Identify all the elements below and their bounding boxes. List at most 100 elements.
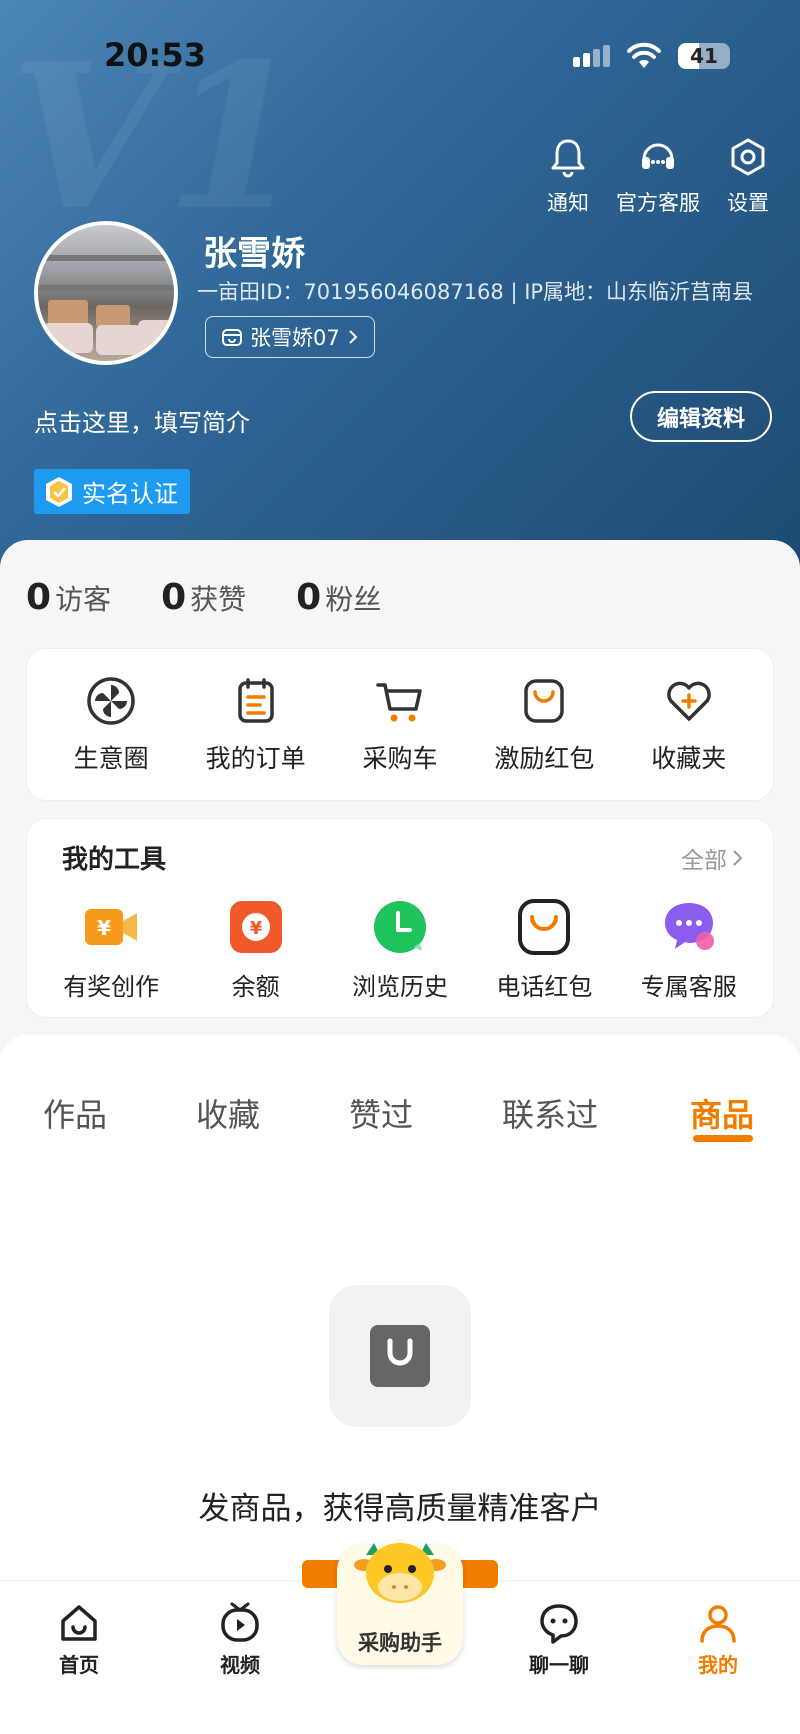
purchase-assistant-button[interactable]: 采购助手 (302, 1543, 498, 1665)
quick-link-label: 生意圈 (73, 743, 149, 773)
nav-label: 聊一聊 (529, 1653, 589, 1677)
tab-liked[interactable]: 赞过 (349, 1090, 413, 1136)
quick-link-label: 激励红包 (494, 743, 595, 773)
home-icon (61, 1605, 97, 1641)
profile-panel: 0 访客 0 获赞 0 粉丝 生意圈 我的订单 采购车 激励红包 收藏夹 我的工… (0, 540, 800, 1060)
quick-link-favorites[interactable]: 收藏夹 (619, 675, 759, 775)
customer-service-button[interactable]: 官方客服 (616, 135, 700, 217)
avatar[interactable] (34, 221, 178, 365)
clock-icon (373, 901, 426, 953)
bell-icon (551, 139, 585, 178)
quick-link-label: 我的订单 (205, 743, 306, 773)
shopping-bag-icon (370, 1325, 430, 1387)
heart-plus-icon (666, 681, 711, 721)
chat-icon (540, 1604, 578, 1644)
shop-icon (222, 329, 242, 346)
red-packet-icon (524, 678, 565, 723)
svg-text:¥: ¥ (249, 918, 262, 939)
tool-reward-creation[interactable]: ¥ 有奖创作 (41, 897, 181, 1002)
stats-row: 0 访客 0 获赞 0 粉丝 (26, 577, 381, 618)
quick-link-cart[interactable]: 采购车 (330, 675, 470, 775)
assistant-badge: 采购助手 (337, 1543, 463, 1665)
empty-state-message: 发商品，获得高质量精准客户 (198, 1491, 602, 1527)
verified-shield-icon (46, 476, 72, 507)
battery-level: 41 (690, 44, 718, 68)
status-icons: 41 (573, 42, 730, 70)
nav-label: 视频 (220, 1653, 260, 1677)
tool-label: 余额 (231, 973, 280, 1001)
assistant-label: 采购助手 (358, 1631, 442, 1655)
nav-home[interactable]: 首页 (29, 1601, 129, 1678)
username: 张雪娇 (203, 234, 305, 274)
likes-count: 0 (161, 577, 187, 618)
verification-badge[interactable]: 实名认证 (34, 469, 190, 514)
tool-label: 专属客服 (640, 973, 737, 1001)
tool-label: 浏览历史 (351, 973, 448, 1001)
wallet-yuan-icon: ¥ (229, 901, 282, 953)
likes-label: 获赞 (190, 583, 247, 616)
settings-button[interactable]: 设置 (726, 135, 770, 217)
nav-label: 我的 (698, 1653, 738, 1677)
likes-stat[interactable]: 0 获赞 (161, 577, 246, 618)
verification-label: 实名认证 (82, 480, 178, 508)
tool-phone-red-packet[interactable]: 电话红包 (474, 897, 614, 1002)
status-bar: 20:53 41 (0, 30, 800, 80)
tab-favorites[interactable]: 收藏 (196, 1090, 260, 1136)
quick-link-business-circle[interactable]: 生意圈 (41, 675, 181, 775)
edit-profile-button[interactable]: 编辑资料 (630, 391, 772, 442)
video-camera-yuan-icon: ¥ (85, 909, 138, 945)
cart-icon (376, 682, 422, 721)
tool-browse-history[interactable]: 浏览历史 (330, 897, 470, 1002)
notification-label: 通知 (547, 191, 589, 215)
tools-view-all-label: 全部 (681, 848, 727, 874)
nav-label: 首页 (59, 1653, 99, 1677)
order-clipboard-icon (237, 677, 274, 723)
battery-icon: 41 (678, 43, 730, 69)
empty-state-illustration (329, 1285, 471, 1427)
wifi-icon (627, 42, 661, 68)
active-tab-indicator (693, 1135, 753, 1142)
nav-chat[interactable]: 聊一聊 (509, 1601, 609, 1678)
followers-stat[interactable]: 0 粉丝 (296, 577, 381, 618)
customer-service-label: 官方客服 (616, 191, 700, 215)
nav-video[interactable]: 视频 (190, 1601, 290, 1678)
phone-packet-icon (518, 899, 571, 955)
chevron-right-icon (733, 850, 743, 866)
profile-icon (700, 1605, 736, 1643)
tab-products[interactable]: 商品 (690, 1090, 754, 1136)
cow-mascot-icon (354, 1543, 446, 1603)
video-play-icon (221, 1602, 259, 1642)
tab-works[interactable]: 作品 (43, 1090, 107, 1136)
header-actions: 通知 官方客服 设置 (546, 135, 770, 217)
profile-header: V1 20:53 41 通知 官方客服 设置 张雪娇 一亩田ID：7019560… (0, 0, 800, 580)
chat-bubble-icon (664, 903, 714, 950)
pinwheel-icon (87, 676, 135, 725)
tools-view-all[interactable]: 全部 (681, 841, 745, 875)
quick-link-label: 收藏夹 (651, 743, 727, 773)
followers-label: 粉丝 (325, 583, 382, 616)
quick-link-label: 采购车 (362, 743, 438, 773)
chevron-right-icon (349, 330, 358, 344)
quick-link-red-packet[interactable]: 激励红包 (474, 675, 614, 775)
shop-link[interactable]: 张雪娇07 (205, 316, 375, 358)
tool-label: 电话红包 (496, 973, 593, 1001)
tool-label: 有奖创作 (63, 973, 160, 1001)
settings-label: 设置 (727, 191, 769, 215)
notification-button[interactable]: 通知 (546, 135, 590, 217)
headset-icon (642, 143, 674, 169)
bio-prompt[interactable]: 点击这里，填写简介 (34, 403, 250, 438)
visitors-count: 0 (26, 577, 52, 618)
nav-me[interactable]: 我的 (668, 1601, 768, 1678)
shop-name: 张雪娇07 (250, 326, 340, 350)
tools-title: 我的工具 (62, 845, 167, 875)
tool-dedicated-service[interactable]: 专属客服 (619, 897, 759, 1002)
my-tools-card: 我的工具 全部 ¥ 有奖创作 ¥ 余额 浏览历史 电话红包 专属客服 (26, 818, 774, 1018)
tool-balance[interactable]: ¥ 余额 (186, 897, 326, 1002)
svg-text:¥: ¥ (97, 916, 111, 940)
tools-row: ¥ 有奖创作 ¥ 余额 浏览历史 电话红包 专属客服 (39, 897, 761, 1002)
cellular-signal-icon (573, 45, 610, 67)
visitors-label: 访客 (55, 583, 112, 616)
tab-contacted[interactable]: 联系过 (502, 1090, 598, 1136)
quick-link-my-orders[interactable]: 我的订单 (186, 675, 326, 775)
visitors-stat[interactable]: 0 访客 (26, 577, 111, 618)
